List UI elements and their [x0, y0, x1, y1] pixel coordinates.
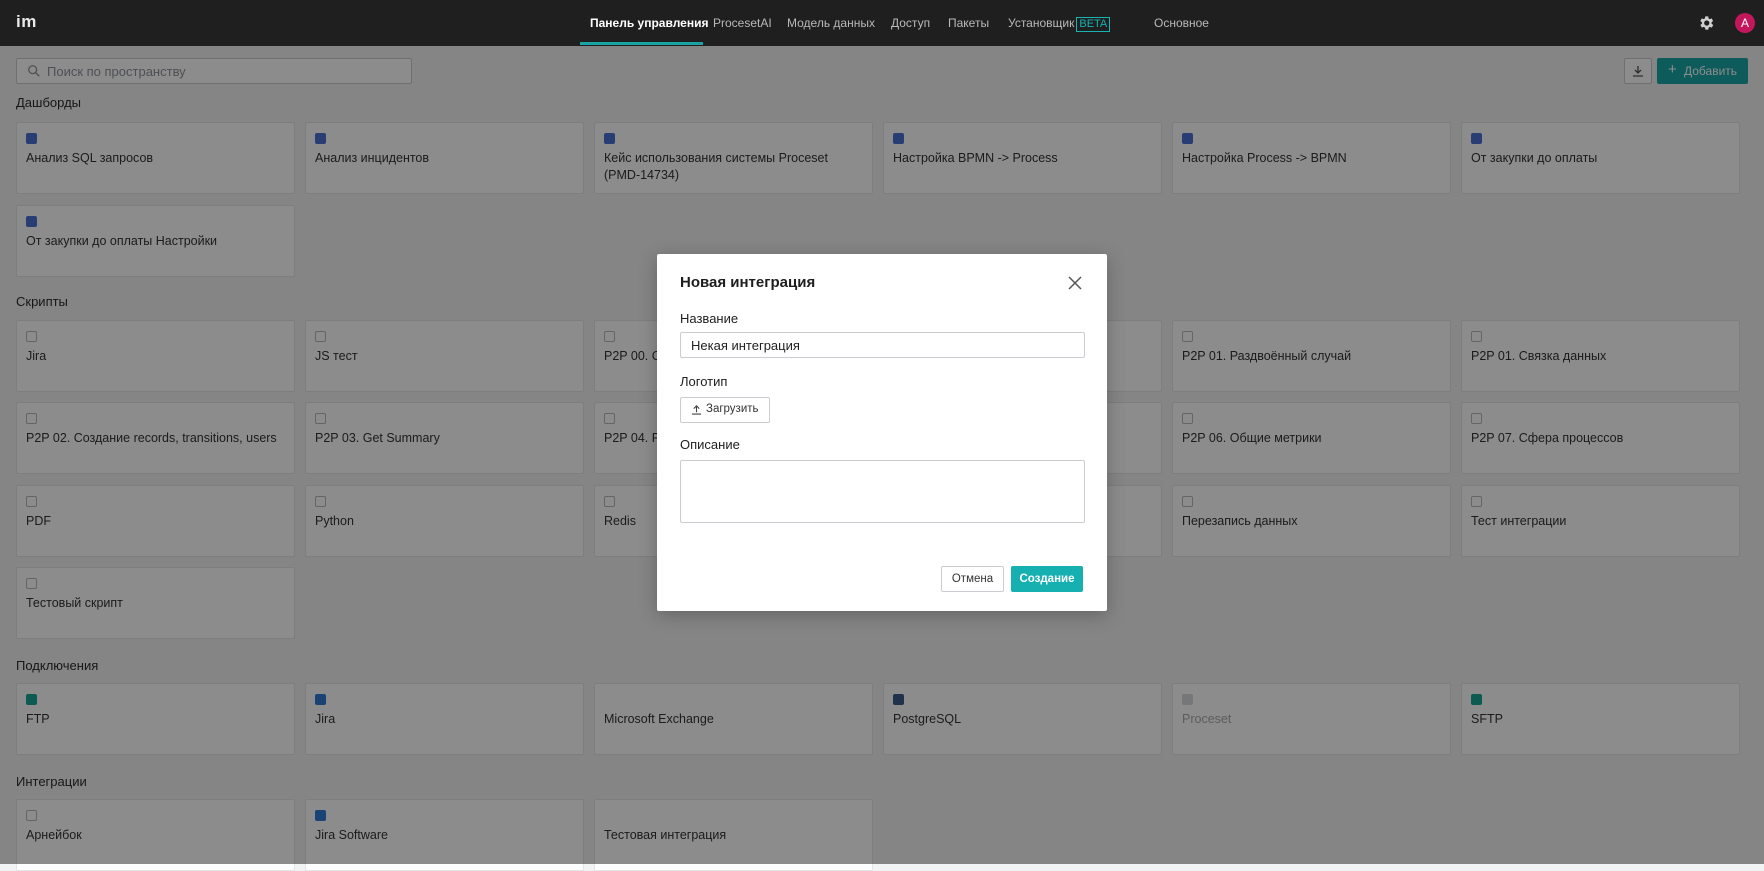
gear-icon[interactable]: [1697, 14, 1715, 32]
name-label: Название: [680, 311, 739, 326]
avatar[interactable]: А: [1735, 13, 1755, 33]
top-bar: im Панель управления ProcesetAI Модель д…: [0, 0, 1764, 46]
nav-item-packages[interactable]: Пакеты: [948, 16, 989, 30]
name-field-value: Некая интеграция: [691, 338, 800, 353]
name-field[interactable]: Некая интеграция: [680, 332, 1085, 358]
nav-item-access[interactable]: Доступ: [891, 16, 930, 30]
create-button[interactable]: Создание: [1011, 566, 1083, 592]
new-integration-dialog: Новая интеграция Название Некая интеграц…: [657, 254, 1107, 611]
nav-item-installer-label: Установщик: [1008, 16, 1075, 30]
nav-item-installer[interactable]: Установщик BETA: [1008, 16, 1111, 32]
upload-icon: [691, 405, 702, 415]
nav-item-procesetai[interactable]: ProcesetAI: [713, 16, 772, 30]
cancel-button[interactable]: Отмена: [941, 566, 1004, 592]
description-field[interactable]: [680, 460, 1085, 523]
upload-button-label: Загрузить: [706, 403, 759, 415]
nav-item-data-model[interactable]: Модель данных: [787, 16, 875, 30]
dialog-title: Новая интеграция: [680, 274, 816, 291]
nav-active-underline: [580, 42, 703, 45]
logo-label: Логотип: [680, 374, 728, 389]
nav-item-dashboard[interactable]: Панель управления: [590, 16, 708, 30]
main-nav: Панель управления ProcesetAI Модель данн…: [0, 0, 1764, 46]
upload-button[interactable]: Загрузить: [680, 397, 770, 423]
nav-item-general[interactable]: Основное: [1154, 16, 1209, 30]
description-label: Описание: [680, 437, 740, 452]
close-icon[interactable]: [1068, 276, 1082, 290]
beta-badge: BETA: [1076, 17, 1111, 32]
